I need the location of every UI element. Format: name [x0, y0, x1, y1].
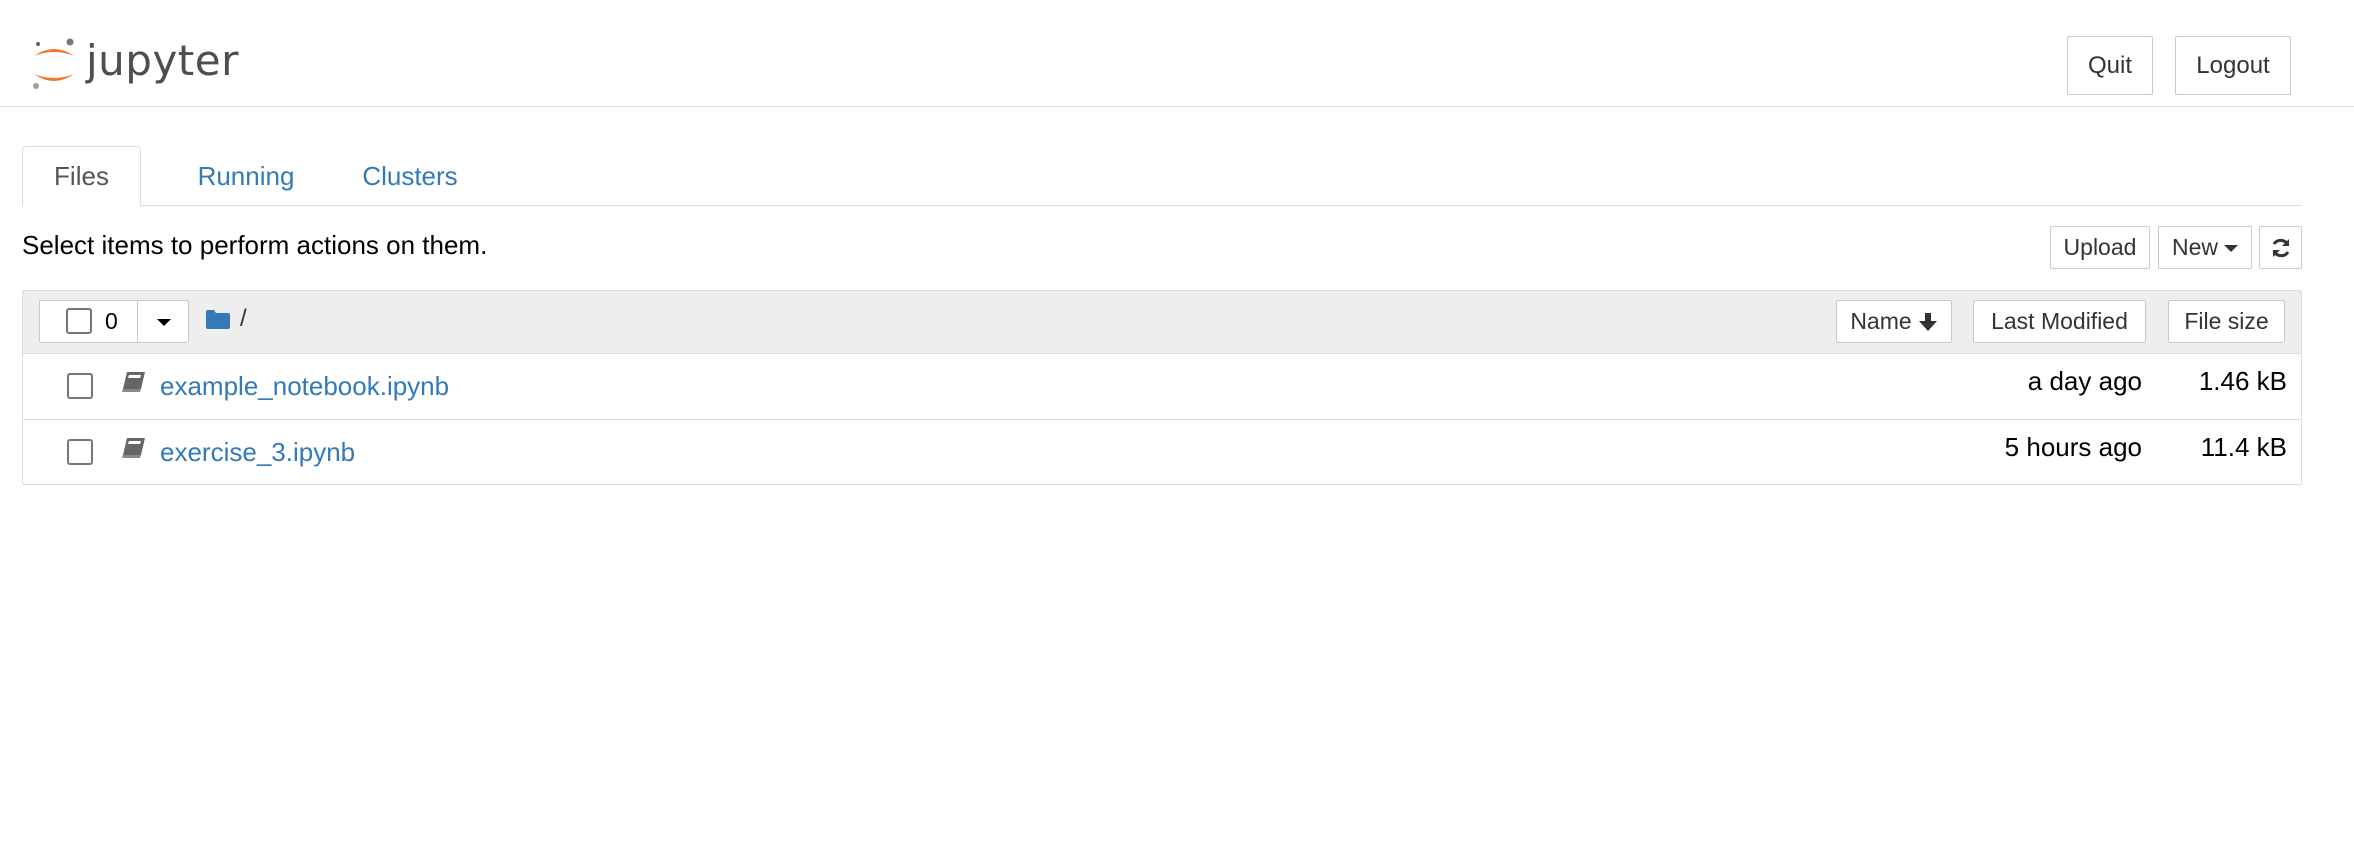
new-dropdown-button[interactable]: New: [2158, 226, 2252, 269]
sort-by-modified-button[interactable]: Last Modified: [1973, 300, 2146, 343]
tab-clusters[interactable]: Clusters: [338, 146, 482, 207]
tab-files[interactable]: Files: [22, 146, 141, 207]
caret-down-icon: [156, 319, 171, 326]
caret-down-icon: [2224, 245, 2238, 252]
arrow-down-icon: [1918, 312, 1937, 331]
jupyter-logo[interactable]: jupyter: [30, 34, 239, 94]
tab-running[interactable]: Running: [174, 146, 318, 207]
refresh-icon: [2272, 238, 2289, 257]
folder-icon[interactable]: [206, 309, 230, 329]
sort-by-size-button[interactable]: File size: [2168, 300, 2285, 343]
refresh-button[interactable]: [2259, 226, 2302, 269]
file-list-header: 0 / Name Last Modified File size: [23, 291, 2301, 354]
row-checkbox[interactable]: [67, 439, 93, 465]
sort-name-label: Name: [1850, 308, 1912, 334]
file-size: 1.46 kB: [2198, 366, 2287, 396]
file-list: 0 / Name Last Modified File size example: [22, 290, 2302, 485]
quit-button[interactable]: Quit: [2067, 36, 2153, 95]
file-size: 11.4 kB: [2200, 432, 2287, 462]
last-modified: a day ago: [2027, 366, 2142, 396]
last-modified: 5 hours ago: [2004, 432, 2142, 462]
select-all-group: 0: [39, 300, 189, 343]
selection-notice: Select items to perform actions on them.: [22, 230, 488, 260]
file-link[interactable]: example_notebook.ipynb: [160, 371, 449, 402]
row-checkbox[interactable]: [67, 373, 93, 399]
selected-count: 0: [105, 308, 118, 334]
jupyter-logo-icon: [33, 38, 74, 89]
notebook-icon: [122, 438, 145, 458]
select-dropdown-button[interactable]: [139, 301, 188, 342]
breadcrumb-path[interactable]: /: [240, 305, 247, 333]
logout-button[interactable]: Logout: [2175, 36, 2291, 95]
logo-text: jupyter: [86, 35, 239, 85]
tab-bar: Files Running Clusters: [22, 146, 2302, 207]
upload-button[interactable]: Upload: [2050, 226, 2150, 269]
list-item[interactable]: exercise_3.ipynb 5 hours ago 11.4 kB: [23, 420, 2301, 486]
header-bar: jupyter Quit Logout: [0, 0, 2354, 107]
list-item[interactable]: example_notebook.ipynb a day ago 1.46 kB: [23, 354, 2301, 420]
select-all-checkbox[interactable]: [66, 308, 92, 334]
notebook-icon: [122, 372, 145, 392]
select-all-toggle[interactable]: 0: [40, 301, 138, 342]
file-link[interactable]: exercise_3.ipynb: [160, 437, 355, 468]
new-button-label: New: [2171, 234, 2218, 260]
sort-by-name-button[interactable]: Name: [1836, 300, 1952, 343]
